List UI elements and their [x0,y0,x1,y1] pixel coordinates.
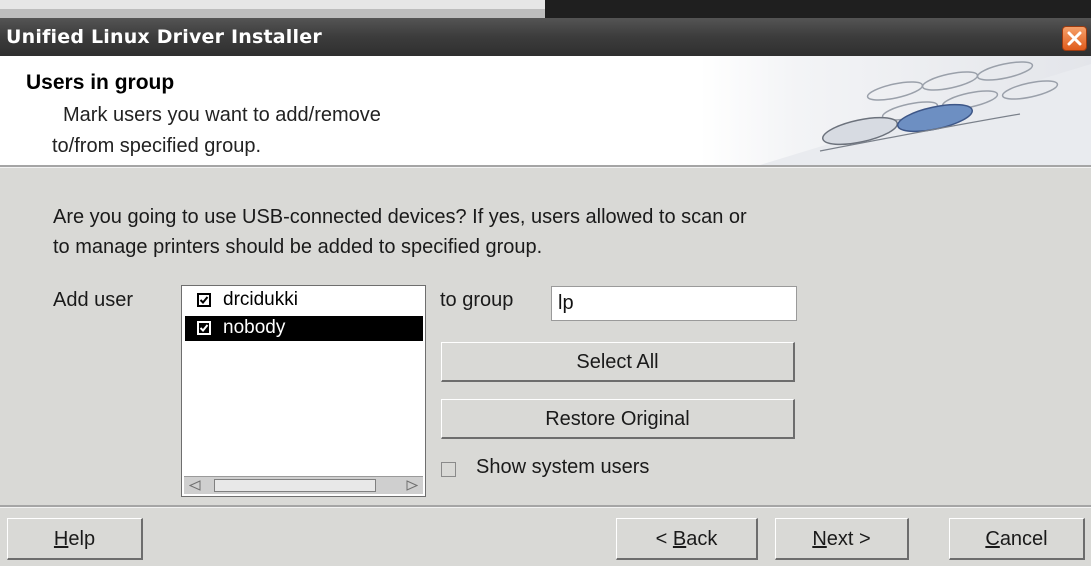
user-list[interactable]: drcidukki nobody [181,285,426,497]
background-window-shadow [0,9,545,18]
add-user-label: Add user [53,289,134,311]
arrow-right-icon[interactable] [406,480,418,491]
close-icon [1067,31,1082,46]
header-separator [0,165,1091,168]
footer-separator [0,505,1091,508]
header-panel: Users in group Mark users you want to ad… [0,56,1091,165]
checkmark-icon [199,296,209,304]
page-title: Users in group [26,71,175,94]
usb-question-line2: to manage printers should be added to sp… [53,236,543,258]
to-group-label: to group [440,289,514,311]
cancel-button[interactable]: Cancel [949,518,1085,560]
page-subtitle-line2: to/from specified group. [52,135,261,157]
usb-question: Are you going to use USB-connected devic… [53,202,747,262]
select-all-label: Select All [576,351,659,373]
select-all-button[interactable]: Select All [441,342,795,382]
help-button[interactable]: Help [7,518,143,560]
user-list-item-nobody[interactable]: nobody [185,316,423,341]
back-button[interactable]: < Back [616,518,758,560]
horizontal-scrollbar[interactable] [184,476,423,494]
checkmark-icon [199,324,209,332]
show-system-users-checkbox[interactable] [441,462,456,477]
show-system-users-label[interactable]: Show system users [476,456,649,479]
arrow-left-icon[interactable] [189,480,201,491]
restore-original-button[interactable]: Restore Original [441,399,795,439]
scrollbar-thumb[interactable] [214,479,376,492]
cancel-label: Cancel [985,528,1048,550]
usb-question-line1: Are you going to use USB-connected devic… [53,206,747,228]
user-name: drcidukki [223,289,298,310]
back-label: < Back [655,528,718,550]
page-subtitle-line1: Mark users you want to add/remove [63,104,381,126]
user-checkbox-drcidukki[interactable] [197,293,211,307]
user-name: nobody [223,317,286,338]
window-title: Unified Linux Driver Installer [6,26,322,48]
printer-panel-illustration [700,56,1091,165]
group-input[interactable]: lp [551,286,797,321]
user-list-item-drcidukki[interactable]: drcidukki [185,288,423,313]
title-bar[interactable]: Unified Linux Driver Installer [0,18,1091,56]
next-label: Next > [812,528,871,550]
restore-original-label: Restore Original [545,408,690,430]
close-button[interactable] [1062,26,1087,51]
background-strip [0,0,1091,18]
user-checkbox-nobody[interactable] [197,321,211,335]
help-label: Help [53,528,96,550]
next-button[interactable]: Next > [775,518,909,560]
